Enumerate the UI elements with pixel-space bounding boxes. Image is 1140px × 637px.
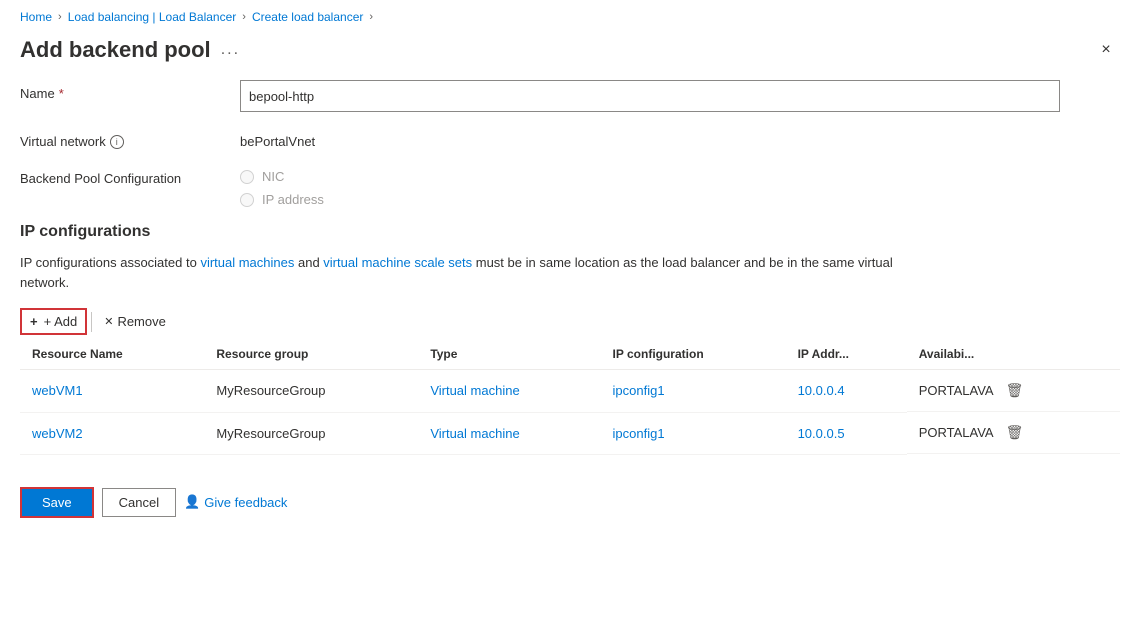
form-body: Name * Virtual network i bePortalVnet Ba…	[0, 80, 1140, 455]
cell-ip-addr-1: 10.0.0.5	[786, 412, 907, 454]
breadcrumb-sep-1: ›	[58, 11, 62, 23]
col-header-ip-addr: IP Addr...	[786, 339, 907, 370]
remove-label: Remove	[117, 314, 165, 329]
radio-nic[interactable]	[240, 170, 254, 184]
name-row: Name *	[20, 80, 1120, 112]
footer-buttons: Save Cancel 👤 Give feedback	[0, 479, 1140, 538]
ip-configs-title: IP configurations	[20, 223, 1120, 241]
close-button[interactable]: ×	[1092, 36, 1120, 64]
toolbar-wrapper: + + Add ✕ Remove	[20, 308, 1120, 335]
breadcrumb-load-balancing[interactable]: Load balancing | Load Balancer	[68, 10, 237, 24]
ip-config-link-1[interactable]: ipconfig1	[613, 426, 665, 441]
panel-title: Add backend pool	[20, 37, 211, 63]
col-header-type: Type	[418, 339, 600, 370]
radio-ip-label: IP address	[262, 192, 324, 207]
radio-group: NIC IP address	[240, 165, 1120, 207]
breadcrumb: Home › Load balancing | Load Balancer › …	[0, 0, 1140, 32]
save-button[interactable]: Save	[20, 487, 94, 518]
ip-configs-table: Resource Name Resource group Type IP con…	[20, 339, 1120, 455]
ip-configs-section: IP configurations IP configurations asso…	[20, 223, 1120, 455]
vnet-value: bePortalVnet	[240, 128, 1120, 149]
name-control-area	[240, 80, 1120, 112]
radio-nic-item: NIC	[240, 169, 1120, 184]
add-btn-wrapper: + + Add	[20, 308, 87, 335]
ip-configs-description: IP configurations associated to virtual …	[20, 253, 920, 292]
col-header-resource-name: Resource Name	[20, 339, 204, 370]
remove-button[interactable]: ✕ Remove	[96, 310, 174, 333]
cell-ip-addr-0: 10.0.0.4	[786, 370, 907, 413]
vnet-label: Virtual network i	[20, 128, 240, 149]
col-header-ip-config: IP configuration	[601, 339, 786, 370]
radio-nic-label: NIC	[262, 169, 284, 184]
breadcrumb-create-lb[interactable]: Create load balancer	[252, 10, 363, 24]
resource-name-link-1[interactable]: webVM2	[32, 426, 83, 441]
radio-ip[interactable]	[240, 193, 254, 207]
cell-resource-group-0: MyResourceGroup	[204, 370, 418, 413]
cell-resource-name-1: webVM2	[20, 412, 204, 454]
table-row: webVM2 MyResourceGroup Virtual machine i…	[20, 412, 1120, 454]
backend-pool-control-area: NIC IP address	[240, 165, 1120, 207]
cancel-button[interactable]: Cancel	[102, 488, 176, 517]
vmss-link[interactable]: virtual machine scale sets	[323, 255, 472, 270]
cell-availability-0: PORTALAVA 🗑	[907, 370, 1120, 412]
availability-value-0: PORTALAVA	[919, 383, 994, 398]
ip-config-link-0[interactable]: ipconfig1	[613, 383, 665, 398]
feedback-label: Give feedback	[204, 495, 287, 510]
add-icon: +	[30, 314, 38, 329]
name-label: Name *	[20, 80, 240, 101]
table-row: webVM1 MyResourceGroup Virtual machine i…	[20, 370, 1120, 413]
add-button[interactable]: + + Add	[22, 310, 85, 333]
name-input[interactable]	[240, 80, 1060, 112]
cell-type-1: Virtual machine	[418, 412, 600, 454]
breadcrumb-home[interactable]: Home	[20, 10, 52, 24]
vnet-control-area: bePortalVnet	[240, 128, 1120, 149]
name-required: *	[59, 86, 64, 101]
panel-title-row: Add backend pool ...	[20, 37, 240, 63]
availability-value-1: PORTALAVA	[919, 425, 994, 440]
table-header-row: Resource Name Resource group Type IP con…	[20, 339, 1120, 370]
panel-header: Add backend pool ... ×	[0, 32, 1140, 80]
cell-ip-config-0: ipconfig1	[601, 370, 786, 413]
feedback-link[interactable]: 👤 Give feedback	[184, 494, 287, 510]
vnet-row: Virtual network i bePortalVnet	[20, 128, 1120, 149]
feedback-icon: 👤	[184, 494, 200, 510]
panel-ellipsis-btn[interactable]: ...	[221, 41, 240, 59]
radio-ip-item: IP address	[240, 192, 1120, 207]
toolbar-divider	[91, 312, 92, 332]
backend-pool-row: Backend Pool Configuration NIC IP addres…	[20, 165, 1120, 207]
virtual-machines-link[interactable]: virtual machines	[200, 255, 294, 270]
cell-resource-group-1: MyResourceGroup	[204, 412, 418, 454]
remove-x-icon: ✕	[104, 315, 113, 328]
col-header-availability: Availabi...	[907, 339, 1120, 370]
cell-ip-config-1: ipconfig1	[601, 412, 786, 454]
backend-pool-label: Backend Pool Configuration	[20, 165, 240, 186]
resource-name-link-0[interactable]: webVM1	[32, 383, 83, 398]
breadcrumb-sep-2: ›	[242, 11, 246, 23]
breadcrumb-sep-3: ›	[369, 11, 373, 23]
vnet-info-icon[interactable]: i	[110, 135, 124, 149]
add-label: + Add	[44, 314, 78, 329]
cell-type-0: Virtual machine	[418, 370, 600, 413]
page-container: Home › Load balancing | Load Balancer › …	[0, 0, 1140, 637]
delete-row-btn-1[interactable]: 🗑	[1002, 422, 1028, 443]
col-header-resource-group: Resource group	[204, 339, 418, 370]
cell-resource-name-0: webVM1	[20, 370, 204, 413]
cell-availability-1: PORTALAVA 🗑	[907, 412, 1120, 454]
delete-row-btn-0[interactable]: 🗑	[1002, 380, 1028, 401]
